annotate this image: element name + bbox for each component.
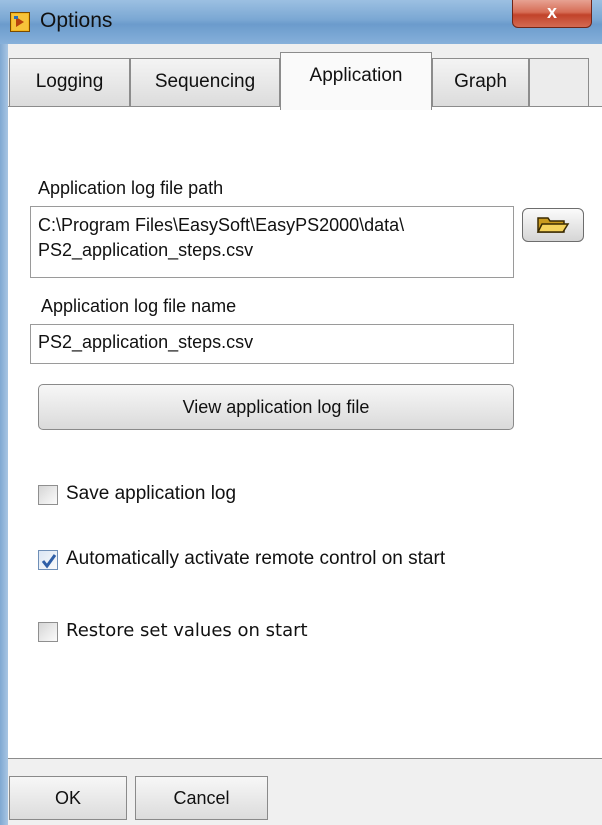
name-field[interactable]: PS2_application_steps.csv (30, 324, 514, 364)
auto-remote-checkbox[interactable] (38, 550, 58, 570)
checkmark-icon (41, 554, 57, 569)
path-label: Application log file path (38, 178, 224, 198)
window-title: Options (40, 9, 113, 32)
cancel-button[interactable]: Cancel (135, 776, 268, 820)
ok-button[interactable]: OK (9, 776, 127, 820)
path-value-line2: PS2_application_steps.csv (38, 240, 254, 260)
close-button[interactable]: x (512, 0, 592, 28)
tab-sequencing[interactable]: Sequencing (130, 58, 280, 106)
path-field[interactable]: C:\Program Files\EasySoft\EasyPS2000\dat… (30, 206, 514, 278)
restore-values-checkbox[interactable] (38, 622, 58, 642)
application-panel (8, 106, 602, 758)
tab-logging[interactable]: Logging (9, 58, 130, 106)
browse-button[interactable] (522, 208, 584, 242)
tab-strip-filler (529, 58, 589, 106)
name-label: Application log file name (41, 296, 237, 316)
restore-values-label: Restore set values on start (66, 620, 308, 641)
window-frame (0, 44, 8, 825)
tab-graph[interactable]: Graph (432, 58, 529, 106)
view-log-button[interactable]: View application log file (38, 384, 514, 430)
title-bar: Options x (0, 0, 602, 45)
app-icon[interactable] (10, 12, 30, 32)
save-log-checkbox[interactable] (38, 485, 58, 505)
save-log-label: Save application log (66, 483, 237, 504)
auto-remote-label: Automatically activate remote control on… (66, 548, 446, 569)
path-value-line1: C:\Program Files\EasySoft\EasyPS2000\dat… (38, 215, 405, 235)
tab-application[interactable]: Application (280, 52, 432, 110)
